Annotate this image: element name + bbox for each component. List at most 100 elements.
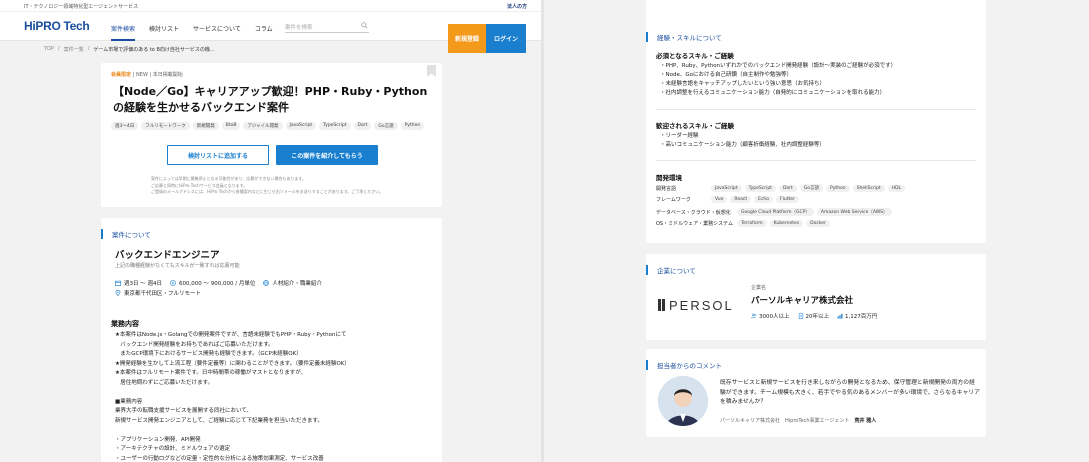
env-row-os: OS・ミドルウェア・業務システム Terraform Kubernetes Do… (656, 220, 830, 227)
breadcrumb-sep: / (58, 46, 60, 52)
work-days-text: 週3日 〜 週4日 (124, 281, 162, 287)
contract-type: 人材紹介・職業紹介 (263, 279, 322, 287)
env-tag: JavaScript (711, 184, 742, 192)
job-tag: JavaScript (285, 122, 317, 130)
job-detail-card: 案件について バックエンドエンジニア 上記の職種経験がなくてもスキルが一致すれば… (101, 218, 442, 462)
agent-signature: パーソルキャリア株式会社 HiproTech事業エージェント 荒井 雅人 (720, 417, 876, 424)
job-title: 【Node／Go】キャリアアップ歓迎！PHP・Ruby・Pythonの経験を生か… (113, 85, 428, 114)
welcome-skills-heading: 歓迎されるスキル・ご経験 (656, 122, 734, 130)
job-tags: 週3〜4日 フルリモートワーク 新規開発 BtoB アジャイル開発 JavaSc… (111, 122, 431, 130)
left-pane: IT・テクノロジー領域特化型エージェントサービス 法人の方 HiPRO Tech… (0, 0, 541, 462)
comment-heading: 担当者からのコメント (646, 360, 722, 370)
job-tag: 週3〜4日 (111, 122, 139, 130)
env-tag: ShellScript (852, 184, 885, 192)
agent-name: 荒井 雅人 (854, 418, 877, 424)
welcome-skills-list: ・リーダー経験 ・高いコミュニケーション能力（顧客折衝経験、社内調整経験等） (660, 133, 825, 148)
env-label: フレームワーク (656, 197, 691, 203)
env-tag: Dart (778, 184, 797, 192)
required-skills-list: ・PHP、Ruby、Pythonいずれかでのバックエンド開発経験（設計〜実装のご… (660, 63, 897, 96)
company-heading: 企業について (646, 265, 696, 275)
work-days: 週3日 〜 週4日 (115, 279, 162, 287)
job-tag: Go言語 (374, 122, 398, 130)
contract-type-text: 人材紹介・職業紹介 (272, 281, 322, 287)
job-location-row: 東京都千代田区・フルリモート (115, 289, 201, 297)
job-tag: Dart (353, 122, 372, 130)
job-tag: フルリモートワーク (141, 122, 190, 130)
job-meta-row: 週3日 〜 週4日 600,000 〜 900,000 / 月単位 人材紹介・職… (115, 279, 322, 287)
agent-company: パーソルキャリア株式会社 HiproTech事業エージェント (720, 418, 850, 424)
company-label: 企業名 (751, 285, 767, 291)
business-description: ★本案件はNode.js・Golangでの開発案件ですが、言語未経験でもPHP・… (115, 332, 350, 462)
env-row-cloud: データベース・クラウド・仮想化 Google Cloud Platform（GC… (656, 208, 892, 216)
location-pin-icon (115, 290, 121, 296)
job-summary-card: 会員限定 | NEW | 本日掲載開始 【Node／Go】キャリアアップ歓迎！P… (101, 63, 442, 207)
yen-icon (170, 280, 176, 286)
env-tag: Flutter (776, 196, 799, 203)
note-line: ご登録のメールアドレスには、HiPro Techから各種案内などに生じせ出ソメー… (151, 189, 384, 194)
search-icon[interactable] (361, 22, 368, 29)
position-note: 上記の職種経験がなくてもスキルが一致すれば応募可能 (115, 263, 240, 269)
agent-avatar (658, 376, 708, 426)
nav-column[interactable]: コラム (255, 24, 273, 41)
location: 東京都千代田区・フルリモート (115, 289, 201, 297)
top-bar: IT・テクノロジー領域特化型エージェントサービス 法人の方 (0, 0, 541, 12)
register-button[interactable]: 新規登録 (448, 24, 486, 53)
search-input[interactable]: 案件を検索 (285, 21, 369, 33)
env-tag: TypeScript (744, 184, 776, 192)
env-tag: Vue (711, 196, 728, 203)
job-tag: 新規開発 (192, 122, 219, 130)
job-tag: BtoB (221, 122, 241, 130)
site-header: HiPRO Tech 案件検索 検討リスト サービスについて コラム 案件を検索… (0, 12, 541, 53)
globe-icon (263, 280, 270, 286)
capital-text: 1,127百万円 (845, 314, 878, 320)
agent-comment: 既存サービスと新規サービスを行き来しながらの開発となるため、保守管理と新規開発の… (720, 380, 980, 405)
comment-card: 担当者からのコメント 既存サービスと新規サービスを行き来しながらの開発となるため… (646, 349, 986, 437)
job-tag: Python (400, 122, 425, 130)
env-tag: React (730, 196, 752, 203)
employees: 3000人以上 (751, 312, 790, 320)
add-to-list-button[interactable]: 検討リストに追加する (167, 145, 269, 165)
pay-text: 600,000 〜 900,000 / 月単位 (179, 281, 256, 287)
hipro-tech-logo[interactable]: HiPRO Tech (24, 19, 90, 33)
env-tag: Google Cloud Platform（GCP） (737, 208, 814, 216)
required-skills-heading: 必須となるスキル・ご経験 (656, 52, 734, 60)
persol-logo-text: PERSOL (669, 298, 734, 313)
company-card: 企業について PERSOL 企業名 パーソルキャリア株式会社 3000人以上 2… (646, 254, 986, 340)
breadcrumb-list[interactable]: 案件一覧 (64, 46, 84, 53)
breadcrumb-current: ゲーム市場で評価のある to B向け自社サービスの機... (93, 47, 215, 53)
search-placeholder: 案件を検索 (285, 25, 313, 31)
corporate-link[interactable]: 法人の方 (507, 3, 527, 10)
breadcrumb-top[interactable]: TOP (44, 46, 54, 53)
company-meta: 3000人以上 20年以上 1,127百万円 (751, 312, 877, 320)
dev-env-heading: 開発環境 (656, 174, 682, 182)
nav-about-service[interactable]: サービスについて (193, 24, 241, 41)
chart-icon (837, 313, 843, 319)
breadcrumb-sep: / (87, 46, 90, 52)
years-text: 20年以上 (805, 314, 830, 320)
position-title: バックエンドエンジニア (115, 250, 220, 261)
job-badges: 会員限定 | NEW | 本日掲載開始 (111, 71, 183, 78)
env-tag: Docker (806, 220, 830, 227)
bookmark-icon[interactable] (427, 65, 436, 77)
apply-notes: 案件によっては早期に募集停止となる可能性があり、応募ができない場合もあります。 … (151, 176, 383, 196)
divider (656, 160, 976, 161)
section-heading: 案件について (101, 229, 151, 239)
login-button[interactable]: ログイン (486, 24, 526, 53)
capital: 1,127百万円 (837, 312, 877, 320)
location-text: 東京都千代田区・フルリモート (124, 291, 202, 297)
members-only-badge: 会員限定 (111, 72, 132, 78)
job-tag: アジャイル開発 (243, 122, 283, 130)
agent-photo-icon (658, 376, 708, 426)
env-tag: Amazon Web Service（AWS） (816, 208, 892, 216)
building-icon (798, 313, 803, 319)
nav-job-search[interactable]: 案件検索 (111, 24, 136, 41)
nav-consider-list[interactable]: 検討リスト (149, 24, 179, 41)
company-name: パーソルキャリア株式会社 (751, 296, 854, 306)
divider (656, 109, 976, 110)
env-tag: Echo (754, 196, 774, 203)
persol-logo: PERSOL (658, 298, 734, 313)
years: 20年以上 (798, 312, 830, 320)
skills-card: 経験・スキルについて 必須となるスキル・ご経験 ・PHP、Ruby、Python… (646, 0, 986, 243)
request-intro-button[interactable]: この案件を紹介してもらう (276, 145, 378, 165)
breadcrumb: TOP / 案件一覧 / ゲーム市場で評価のある to B向け自社サービスの機.… (44, 46, 215, 53)
